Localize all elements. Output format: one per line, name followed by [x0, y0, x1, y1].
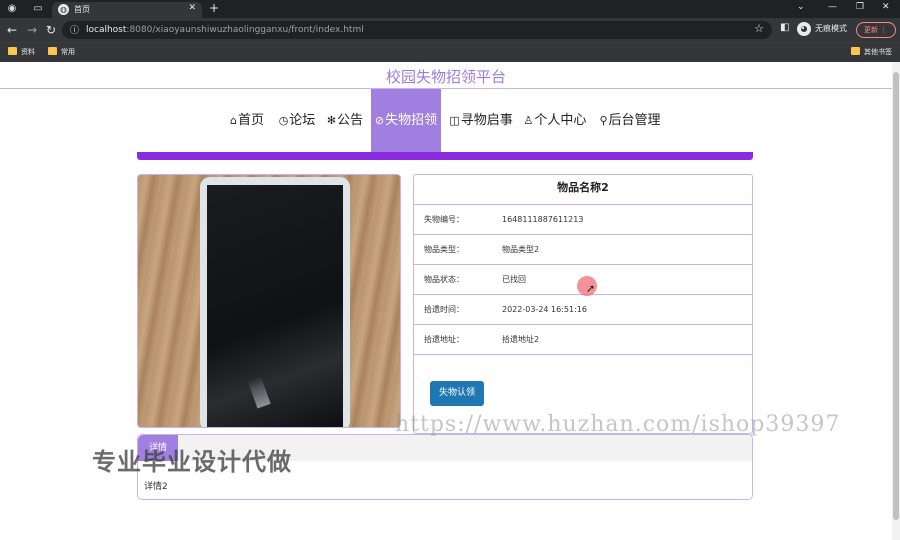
restore-icon[interactable]: ❐ — [856, 2, 864, 12]
tab-list-icon[interactable]: ⌄ — [797, 2, 805, 12]
nav-lost-notice[interactable]: ◫寻物启事 — [449, 89, 513, 152]
nav-accent-bar — [137, 152, 753, 160]
nav-forum[interactable]: ◷论坛 — [277, 89, 317, 152]
user-icon: ♙ — [523, 114, 534, 127]
new-tab-button[interactable]: + — [209, 1, 219, 15]
book-icon: ◫ — [449, 114, 460, 127]
field-label: 物品状态： — [424, 275, 464, 284]
browser-menu-icon[interactable]: ◉ — [6, 3, 18, 15]
minimize-icon[interactable]: — — [828, 2, 837, 12]
watermark-text: 专业毕业设计代做 — [92, 448, 292, 476]
info-row: 拾遗地址： 拾遗地址2 — [414, 325, 752, 355]
bookmark-star-icon[interactable]: ☆ — [754, 22, 764, 35]
nav-notice[interactable]: ✻公告 — [326, 89, 364, 152]
close-tab-icon[interactable]: ✕ — [188, 3, 196, 13]
bookmark-folder-other[interactable]: 其他书签 — [851, 47, 892, 58]
bookmark-folder-ziliao[interactable]: 资料 — [8, 47, 35, 58]
detail-text: 详情2 — [144, 482, 168, 492]
snowflake-icon: ✻ — [326, 114, 337, 127]
nav-lost-found[interactable]: ⊘失物招领 — [371, 89, 441, 152]
incognito-icon[interactable]: ◕ — [797, 22, 811, 36]
bookmark-folder-changyong[interactable]: 常用 — [48, 47, 75, 58]
field-value: 拾遗地址2 — [502, 335, 540, 344]
link-icon: ⚲ — [599, 114, 608, 127]
incognito-label: 无痕模式 — [815, 24, 847, 33]
field-value: 1648111887611213 — [502, 215, 584, 224]
address-bar[interactable]: ⓘ localhost:8080/xiaoyaunshiwuzhaolingga… — [62, 21, 772, 39]
site-info-icon[interactable]: ⓘ — [70, 23, 79, 36]
back-icon[interactable]: ← — [7, 22, 17, 38]
phone-image — [200, 177, 350, 427]
site-title: 校园失物招领平台 — [385, 68, 506, 86]
browser-toolbar: ← → ↻ ⓘ localhost:8080/xiaoyaunshiwuzhao… — [0, 18, 900, 42]
cursor-arrow-icon: ➚ — [586, 282, 596, 295]
side-panel-icon[interactable]: ◧ — [780, 22, 789, 33]
field-label: 拾遗时间： — [424, 305, 464, 314]
globe-icon: ◍ — [58, 4, 69, 15]
nav-home[interactable]: ⌂首页 — [228, 89, 266, 152]
nav-personal-center[interactable]: ♙个人中心 — [523, 89, 587, 152]
info-row: 失物编号： 1648111887611213 — [414, 205, 752, 235]
field-label: 物品类型： — [424, 245, 464, 254]
url-text: localhost:8080/xiaoyaunshiwuzhaolingganx… — [86, 25, 364, 35]
nav-admin[interactable]: ⚲后台管理 — [597, 89, 663, 152]
item-info-panel: 物品名称2 失物编号： 1648111887611213 物品类型： 物品类型2 物… — [413, 174, 753, 434]
tab-search-icon[interactable]: ▭ — [32, 3, 44, 15]
forward-icon[interactable]: → — [27, 22, 37, 38]
info-row: 拾遗时间： 2022-03-24 16:51:16 — [414, 295, 752, 325]
reload-icon[interactable]: ↻ — [46, 22, 56, 38]
field-label: 失物编号： — [424, 215, 464, 224]
field-label: 拾遗地址： — [424, 335, 464, 344]
folder-icon — [8, 47, 17, 55]
browser-tab-active[interactable]: ◍ 首页 ✕ — [52, 2, 202, 18]
page-content: 校园失物招领平台 ⌂首页 ◷论坛 ✻公告 ⊘失物招领 ◫寻物启事 ♙个人中心 ⚲… — [0, 62, 892, 540]
field-value: 2022-03-24 16:51:16 — [502, 305, 587, 314]
clock-icon: ◷ — [278, 114, 289, 127]
item-name: 物品名称2 — [414, 175, 752, 205]
folder-icon — [851, 47, 860, 55]
main-nav: ⌂首页 ◷论坛 ✻公告 ⊘失物招领 ◫寻物启事 ♙个人中心 ⚲后台管理 — [0, 89, 892, 152]
browser-tab-bar: ◉ ▭ ◍ 首页 ✕ + ⌄ — ❐ ✕ — [0, 0, 900, 18]
ban-icon: ⊘ — [374, 114, 385, 127]
scrollbar-thumb[interactable] — [893, 72, 899, 520]
page-scrollbar[interactable] — [892, 62, 900, 540]
field-value: 已找回 — [502, 275, 526, 284]
field-value: 物品类型2 — [502, 245, 540, 254]
watermark-url: https://www.huzhan.com/ishop39397 — [395, 412, 841, 437]
close-window-icon[interactable]: ✕ — [882, 2, 890, 12]
update-button[interactable]: 更新 ⋮ — [856, 22, 896, 38]
item-photo — [137, 174, 401, 428]
bookmarks-bar: 资料 常用 其他书签 — [0, 42, 900, 62]
claim-button[interactable]: 失物认领 — [430, 381, 484, 406]
tab-title: 首页 — [74, 5, 90, 14]
home-icon: ⌂ — [230, 114, 237, 127]
info-row: 物品类型： 物品类型2 — [414, 235, 752, 265]
folder-icon — [48, 47, 57, 55]
